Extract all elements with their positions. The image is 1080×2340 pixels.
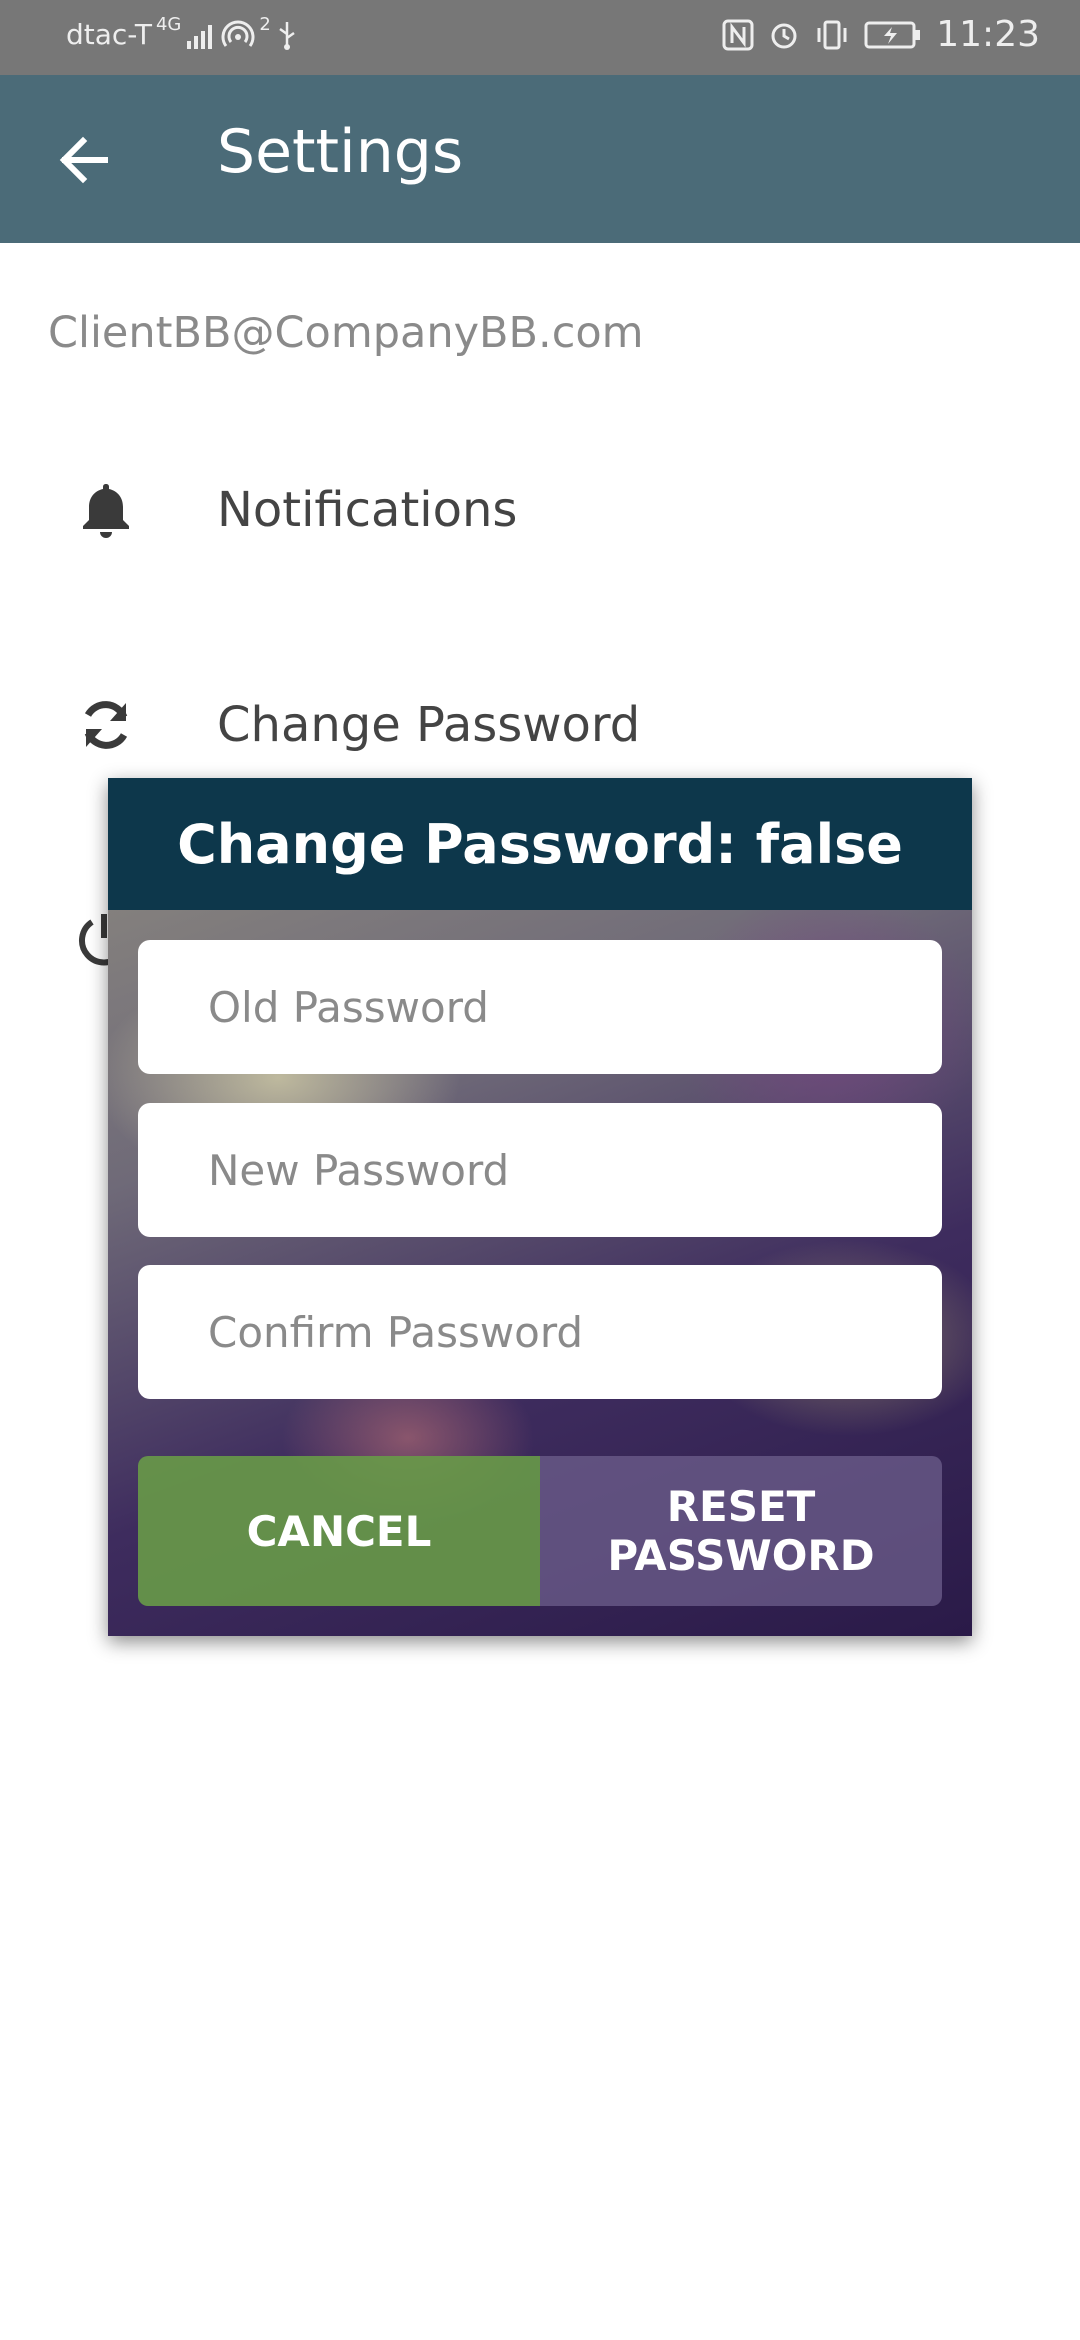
bell-icon (83, 484, 129, 538)
refresh-icon (84, 701, 128, 749)
vibrate-icon (817, 20, 847, 49)
status-left: dtac-T 4G 2 (66, 14, 299, 51)
confirm-password-input[interactable] (138, 1265, 942, 1399)
usb-icon (279, 21, 295, 50)
cancel-button[interactable]: CANCEL (138, 1456, 540, 1606)
status-time: 11:23 (936, 14, 1040, 55)
reset-password-button[interactable]: RESET PASSWORD (540, 1456, 942, 1606)
account-email: ClientBB@CompanyBB.com (48, 308, 644, 358)
change-password-dialog: Change Password: false CANCEL RESET PASS… (108, 778, 972, 1636)
back-button[interactable] (50, 125, 120, 195)
status-bar: dtac-T 4G 2 11:23 (0, 0, 1080, 75)
carrier-label: dtac-T (66, 18, 152, 51)
battery-icon (864, 21, 921, 48)
hotspot-count: 2 (259, 14, 271, 35)
settings-item-label: Notifications (217, 482, 518, 538)
settings-item-label: Change Password (217, 697, 641, 753)
page-title: Settings (217, 117, 464, 187)
nfc-icon (722, 19, 754, 50)
settings-item-notifications[interactable]: Notifications (0, 450, 1080, 570)
alarm-icon (771, 23, 797, 48)
dialog-title: Change Password: false (108, 778, 972, 910)
arrow-left-icon (59, 136, 108, 184)
old-password-input[interactable] (138, 940, 942, 1074)
app-bar: Settings (0, 75, 1080, 243)
settings-item-change-password[interactable]: Change Password (0, 665, 1080, 785)
network-label: 4G (155, 14, 182, 35)
signal-icon (187, 24, 213, 49)
status-right: 11:23 (722, 14, 1040, 55)
hotspot-icon (221, 20, 255, 47)
new-password-input[interactable] (138, 1103, 942, 1237)
